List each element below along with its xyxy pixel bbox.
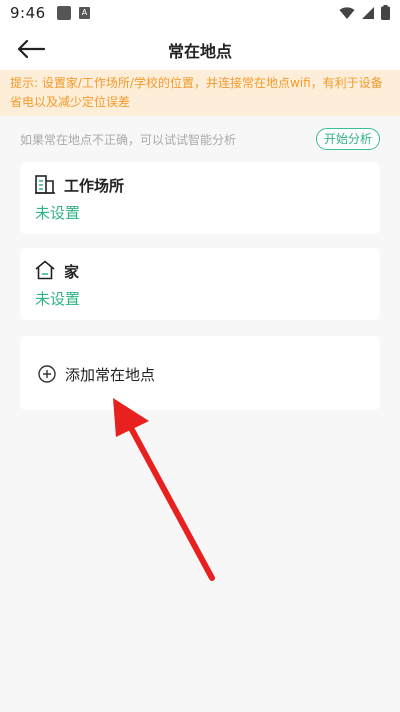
place-status: 未设置 <box>35 290 81 308</box>
building-icon <box>35 175 55 194</box>
analysis-hint-text: 如果常在地点不正确，可以试试智能分析 <box>20 133 237 147</box>
place-card-home[interactable]: 家 未设置 <box>20 248 380 320</box>
app-header: 常在地点 <box>0 28 400 70</box>
tip-banner: 提示: 设置家/工作场所/学校的位置，并连接常在地点wifi，有利于设备省电以及… <box>0 70 400 116</box>
place-name: 家 <box>64 263 80 281</box>
add-place-label: 添加常在地点 <box>65 366 156 384</box>
status-bar: 9:46 A <box>0 0 400 28</box>
tip-text: 提示: 设置家/工作场所/学校的位置，并连接常在地点wifi，有利于设备省电以及… <box>10 76 383 109</box>
status-time: 9:46 <box>10 4 46 22</box>
signal-icon <box>362 6 374 19</box>
notification-icon <box>57 6 71 20</box>
wifi-icon <box>339 6 355 19</box>
page-title: 常在地点 <box>167 42 232 61</box>
add-place-card[interactable]: 添加常在地点 <box>20 336 380 410</box>
place-status: 未设置 <box>35 204 81 222</box>
notification-badge-icon: A <box>79 7 90 19</box>
place-card-workplace[interactable]: 工作场所 未设置 <box>20 162 380 234</box>
analysis-hint-row: 如果常在地点不正确，可以试试智能分析 开始分析 <box>20 128 380 150</box>
plus-circle-icon <box>38 365 56 383</box>
place-name: 工作场所 <box>64 177 125 195</box>
battery-icon <box>381 5 390 20</box>
start-analysis-button[interactable]: 开始分析 <box>315 128 380 150</box>
home-icon <box>35 260 55 280</box>
